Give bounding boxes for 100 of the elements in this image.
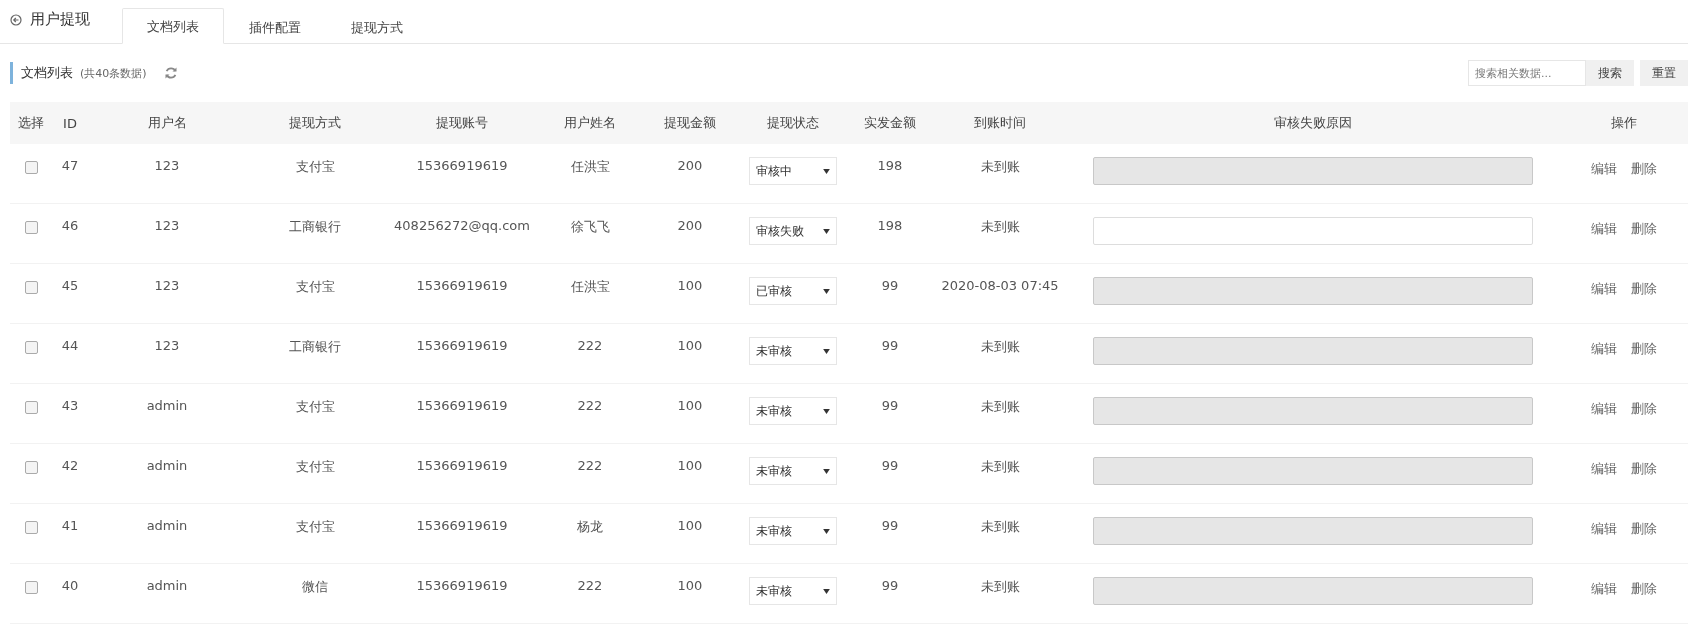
toolbar-button[interactable]: 重置 [1640,60,1688,86]
column-header: 提现状态 [766,114,819,132]
table-cell: 支付宝 [295,458,335,476]
caret-icon [822,168,830,174]
table-cell: 100 [677,518,703,533]
table-cell: 44 [61,338,79,353]
table-cell: 未到账 [980,578,1020,596]
action-link[interactable]: 编辑 [1591,160,1617,178]
row-checkbox[interactable] [24,401,38,414]
search-field[interactable]: 搜索相关数据... [1468,60,1586,86]
table-cell: 99 [881,278,899,293]
table-cell: 未到账 [980,338,1020,356]
tab[interactable]: 提现方式 [326,9,428,44]
table-cell: 408256272@qq.com [394,218,530,233]
table-cell: 222 [577,338,603,353]
column-header: 提现金额 [664,114,716,132]
caret-icon [822,588,830,594]
caret-icon [822,348,830,354]
reason-field[interactable] [1092,217,1533,245]
table-cell: 46 [61,218,79,233]
status-select[interactable]: 未审核 [748,517,837,545]
page-title: 用户提现 [30,10,90,29]
tab[interactable]: 文档列表 [122,8,224,44]
action-link[interactable]: 编辑 [1591,340,1617,358]
action-link[interactable]: 编辑 [1591,220,1617,238]
table-cell: 2020-08-03 07:45 [941,278,1059,293]
table-cell: 99 [881,398,899,413]
action-link[interactable]: 删除 [1631,160,1657,178]
action-link[interactable]: 删除 [1631,220,1657,238]
table-cell: admin [146,398,188,413]
table-cell: 支付宝 [295,398,335,416]
row-checkbox[interactable] [24,521,38,534]
table-cell: 198 [877,218,903,233]
row-checkbox[interactable] [24,281,38,294]
row-checkbox[interactable] [24,161,38,174]
table-cell: 15366919619 [416,578,508,593]
table-cell: 45 [61,278,79,293]
table-cell: 42 [61,458,79,473]
table-cell: 200 [677,218,703,233]
row-checkbox[interactable] [24,461,38,474]
table-cell: 123 [154,158,180,173]
column-header: 提现账号 [436,114,488,132]
table-cell: 47 [61,158,79,173]
column-header: 实发金额 [864,114,916,132]
table-cell: 43 [61,398,79,413]
refresh-icon[interactable] [163,66,178,80]
table-cell: 222 [577,578,603,593]
table-cell: 徐飞飞 [570,218,610,236]
table-cell: 支付宝 [295,518,335,536]
table-cell: 200 [677,158,703,173]
status-select[interactable]: 审核中 [748,157,837,185]
table-cell: 15366919619 [416,158,508,173]
table-cell: 未到账 [980,518,1020,536]
caret-icon [822,228,830,234]
table-cell: 123 [154,278,180,293]
row-checkbox[interactable] [24,221,38,234]
caret-icon [822,528,830,534]
table-cell: admin [146,458,188,473]
table-cell: 100 [677,458,703,473]
table-cell: 15366919619 [416,398,508,413]
table-cell: 99 [881,518,899,533]
action-link[interactable]: 删除 [1631,520,1657,538]
action-link[interactable]: 删除 [1631,580,1657,598]
table-cell: 15366919619 [416,518,508,533]
action-link[interactable]: 编辑 [1591,280,1617,298]
status-select[interactable]: 未审核 [748,457,837,485]
status-select[interactable]: 未审核 [748,397,837,425]
caret-icon [822,288,830,294]
status-select[interactable]: 未审核 [748,337,837,365]
action-link[interactable]: 编辑 [1591,400,1617,418]
status-select[interactable]: 已审核 [748,277,837,305]
back-icon[interactable] [10,13,22,26]
table-cell: 100 [677,398,703,413]
action-link[interactable]: 删除 [1631,460,1657,478]
table-cell: 支付宝 [295,158,335,176]
table-cell: admin [146,578,188,593]
table-cell: 123 [154,218,180,233]
table-cell: 支付宝 [295,278,335,296]
action-link[interactable]: 编辑 [1591,460,1617,478]
action-link[interactable]: 删除 [1631,340,1657,358]
table-cell: 未到账 [980,218,1020,236]
column-header: 用户名 [147,114,187,132]
action-link[interactable]: 编辑 [1591,520,1617,538]
table-cell: 41 [61,518,79,533]
column-header: 用户姓名 [564,114,616,132]
status-select[interactable]: 审核失败 [748,217,837,245]
column-header: 审核失败原因 [1273,114,1352,132]
row-checkbox[interactable] [24,581,38,594]
action-link[interactable]: 删除 [1631,400,1657,418]
table-cell: 99 [881,338,899,353]
action-link[interactable]: 编辑 [1591,580,1617,598]
table-cell: 198 [877,158,903,173]
table-cell: 15366919619 [416,458,508,473]
row-checkbox[interactable] [24,341,38,354]
status-select[interactable]: 未审核 [748,577,837,605]
toolbar-button[interactable]: 搜索 [1586,60,1634,86]
table-cell: 未到账 [980,398,1020,416]
action-link[interactable]: 删除 [1631,280,1657,298]
tab[interactable]: 插件配置 [224,9,326,44]
column-header: 操作 [1611,114,1637,132]
